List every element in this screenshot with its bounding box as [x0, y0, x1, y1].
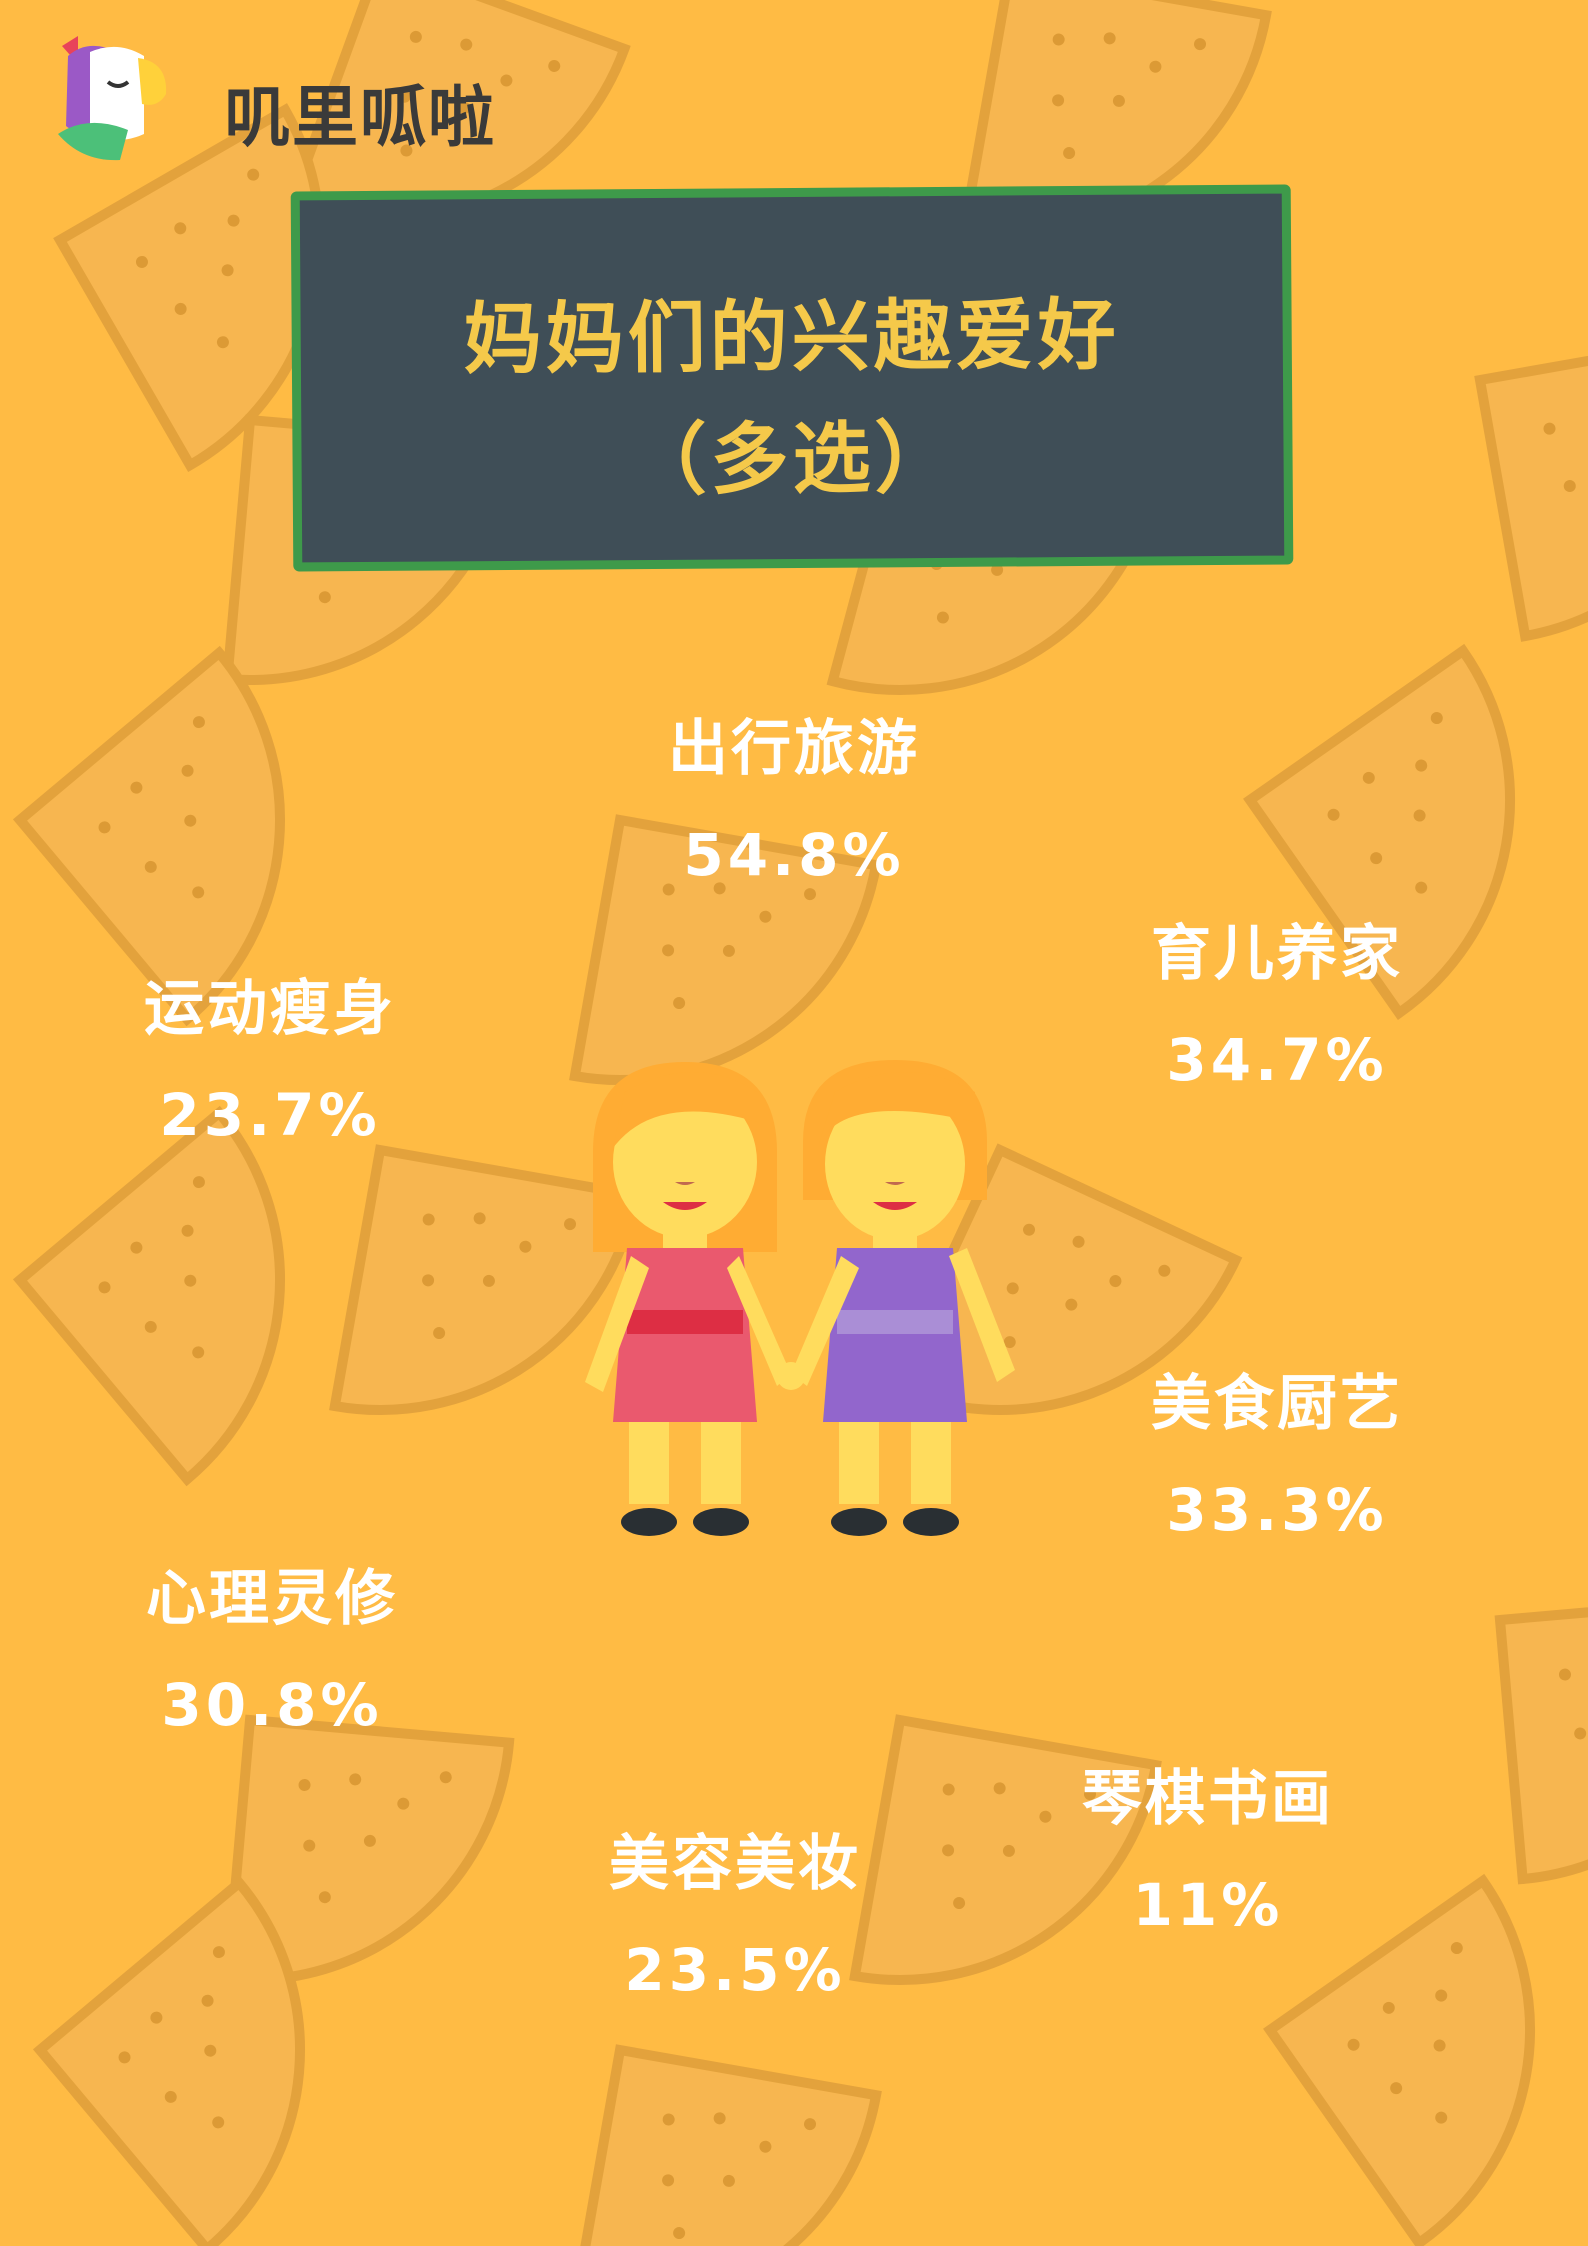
hobby-percent: 34.7%: [1166, 1026, 1388, 1094]
page-title: 妈妈们的兴趣爱好: [463, 290, 1121, 386]
hobby-item: 美食厨艺 33.3%: [1077, 1355, 1477, 1544]
brand-name: 叽里呱啦: [224, 79, 496, 156]
hobby-percent: 23.7%: [159, 1081, 381, 1149]
title-board: 妈妈们的兴趣爱好 （多选）: [290, 184, 1294, 572]
hobby-item: 育儿养家 34.7%: [1077, 905, 1477, 1094]
hobby-label: 出行旅游: [668, 714, 920, 784]
hobby-percent: 33.3%: [1166, 1476, 1388, 1544]
hobby-item: 琴棋书画 11%: [1008, 1750, 1408, 1939]
hobby-label: 美容美妆: [609, 1829, 861, 1899]
hobby-label: 心理灵修: [146, 1564, 398, 1634]
hobby-label: 美食厨艺: [1151, 1369, 1403, 1439]
two-women-holding-hands-icon: [585, 1060, 1015, 1536]
parrot-logo-icon: [58, 36, 167, 161]
hobby-label: 育儿养家: [1151, 919, 1403, 989]
hobby-item: 运动瘦身 23.7%: [70, 960, 470, 1149]
brand-logo[interactable]: 叽里呱啦: [48, 34, 508, 164]
hobby-item: 美容美妆 23.5%: [535, 1815, 935, 2004]
hobby-percent: 11%: [1132, 1871, 1284, 1939]
hobby-percent: 54.8%: [683, 821, 905, 889]
page-subtitle: （多选）: [628, 413, 957, 507]
hobby-percent: 30.8%: [161, 1671, 383, 1739]
hobby-item: 心理灵修 30.8%: [72, 1550, 472, 1739]
hobby-item: 出行旅游 54.8%: [594, 700, 994, 889]
hobby-percent: 23.5%: [624, 1936, 846, 2004]
hobby-label: 琴棋书画: [1082, 1764, 1334, 1834]
hobby-label: 运动瘦身: [144, 974, 396, 1044]
